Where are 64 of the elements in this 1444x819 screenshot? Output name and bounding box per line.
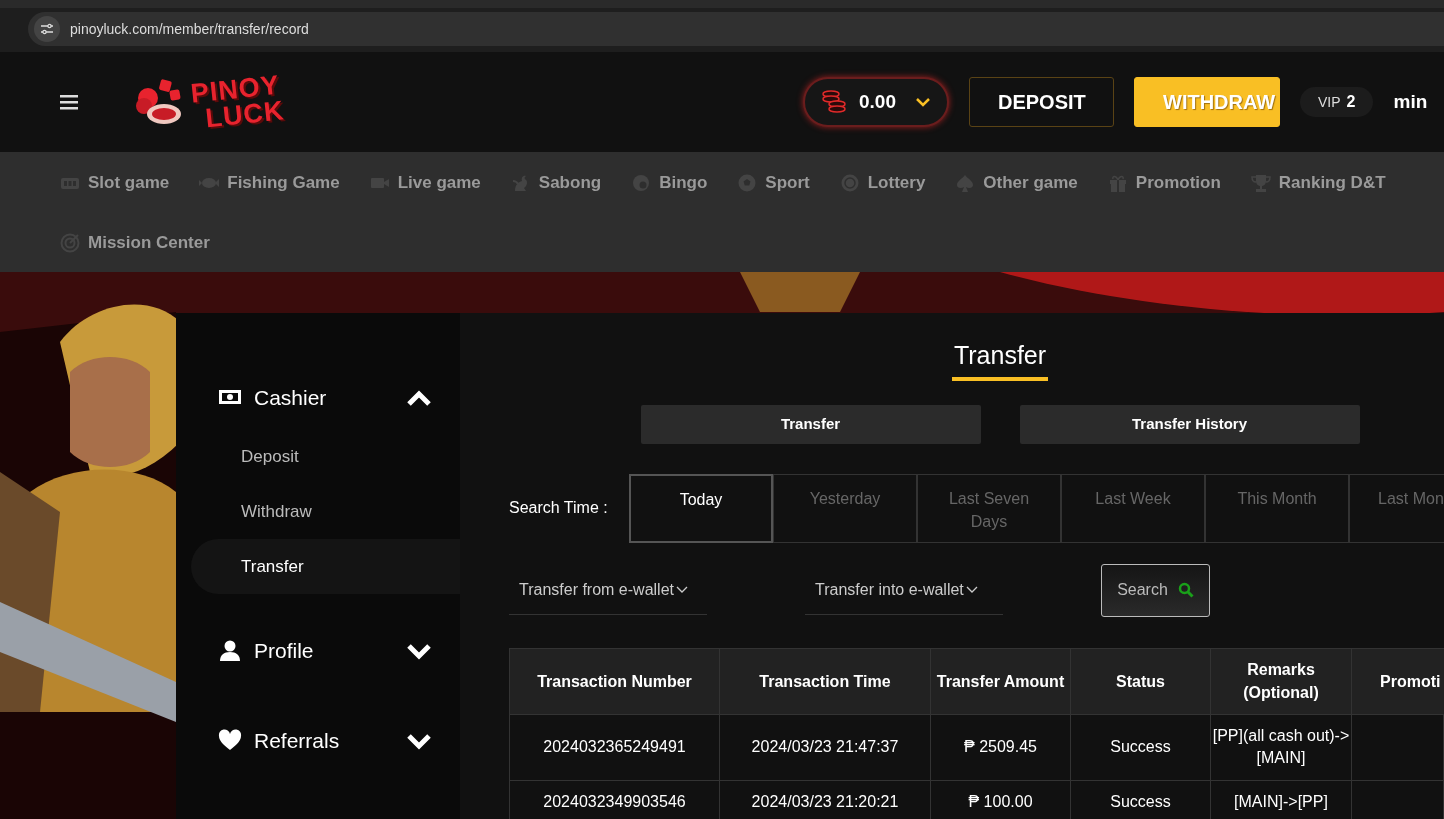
- time-range-tab[interactable]: Last Mon: [1349, 473, 1444, 543]
- table-cell: Success: [1070, 714, 1211, 780]
- game-nav-item[interactable]: Sport: [737, 162, 810, 204]
- game-nav-item[interactable]: Live game: [369, 162, 481, 204]
- sidebar-section[interactable]: Referrals: [176, 718, 460, 764]
- table-cell: 2024/03/23 21:20:21: [719, 780, 931, 819]
- table-cell: ₱ 2509.45: [930, 714, 1071, 780]
- search-button[interactable]: Search: [1101, 563, 1210, 617]
- time-range-tab[interactable]: Last Seven Days: [917, 473, 1061, 543]
- column-header: Transfer Amount: [930, 648, 1071, 714]
- sidebar-section[interactable]: Profile: [176, 628, 460, 674]
- game-nav-item[interactable]: Fishing Game: [199, 162, 340, 204]
- person-icon: [218, 639, 242, 663]
- time-range-tab[interactable]: This Month: [1205, 473, 1349, 543]
- sidebar-item[interactable]: Transfer: [191, 539, 460, 594]
- game-nav-item[interactable]: Bingo: [631, 162, 708, 204]
- column-header: Promoti: [1351, 648, 1444, 714]
- time-range-tab[interactable]: Last Week: [1061, 473, 1205, 543]
- game-nav-item[interactable]: Mission Center: [60, 222, 210, 264]
- column-header: Transaction Time: [719, 648, 931, 714]
- game-nav-item[interactable]: Slot game: [60, 162, 170, 204]
- vip-level: VIP 2: [1300, 87, 1374, 117]
- table-cell: [PP](all cash out)->[MAIN]: [1210, 714, 1352, 780]
- site-settings-icon[interactable]: [34, 16, 60, 42]
- address-bar-url[interactable]: pinoyluck.com/member/transfer/record: [70, 18, 309, 40]
- deposit-button[interactable]: DEPOSIT: [969, 77, 1114, 127]
- game-nav-item[interactable]: Sabong: [510, 162, 602, 204]
- time-range-tab[interactable]: Yesterday: [773, 473, 917, 543]
- column-header: Status: [1070, 648, 1211, 714]
- column-header: Transaction Number: [509, 648, 720, 714]
- balance-selector[interactable]: 0.00: [803, 77, 949, 127]
- time-range-tab[interactable]: Today: [629, 473, 773, 543]
- chevron-down-icon: [406, 732, 432, 750]
- heart-icon: [218, 729, 242, 753]
- sidebar-item[interactable]: Withdraw: [191, 484, 460, 539]
- search-time-label: Search Time :: [509, 498, 609, 518]
- page-tab[interactable]: Transfer: [640, 404, 981, 444]
- page-title: Transfer: [951, 337, 1049, 381]
- table-cell: Success: [1070, 780, 1211, 819]
- table-cell: 2024/03/23 21:47:37: [719, 714, 931, 780]
- menu-icon[interactable]: [60, 94, 78, 110]
- chevron-down-icon: [406, 642, 432, 660]
- chevron-up-icon: [406, 389, 432, 407]
- sidebar-item[interactable]: Deposit: [191, 429, 460, 484]
- game-nav-item[interactable]: Promotion: [1107, 162, 1221, 204]
- table-cell: ₱ 100.00: [930, 780, 1071, 819]
- game-nav-item[interactable]: Lottery: [839, 162, 926, 204]
- game-nav-item[interactable]: Ranking D&T: [1250, 162, 1386, 204]
- table-cell: 2024032349903546: [509, 780, 720, 819]
- game-nav-item[interactable]: Other game: [955, 162, 1078, 204]
- table-cell: 2024032365249491: [509, 714, 720, 780]
- wallet-dropdown[interactable]: Transfer into e-wallet: [805, 565, 1003, 615]
- site-logo[interactable]: PINOY LUCK: [134, 76, 283, 128]
- sidebar-section[interactable]: Cashier: [176, 375, 460, 421]
- caret-icon: [915, 97, 931, 107]
- table-cell: [MAIN]->[PP]: [1210, 780, 1352, 819]
- chevron-down-icon: [965, 585, 978, 594]
- wallet-dropdown[interactable]: Transfer from e-wallet: [509, 565, 707, 615]
- page-tab[interactable]: Transfer History: [1019, 404, 1360, 444]
- username[interactable]: min: [1393, 87, 1428, 117]
- coins-icon: [821, 89, 847, 115]
- column-header: Remarks (Optional): [1210, 648, 1352, 714]
- chevron-down-icon: [676, 585, 688, 594]
- search-icon: [1177, 582, 1194, 598]
